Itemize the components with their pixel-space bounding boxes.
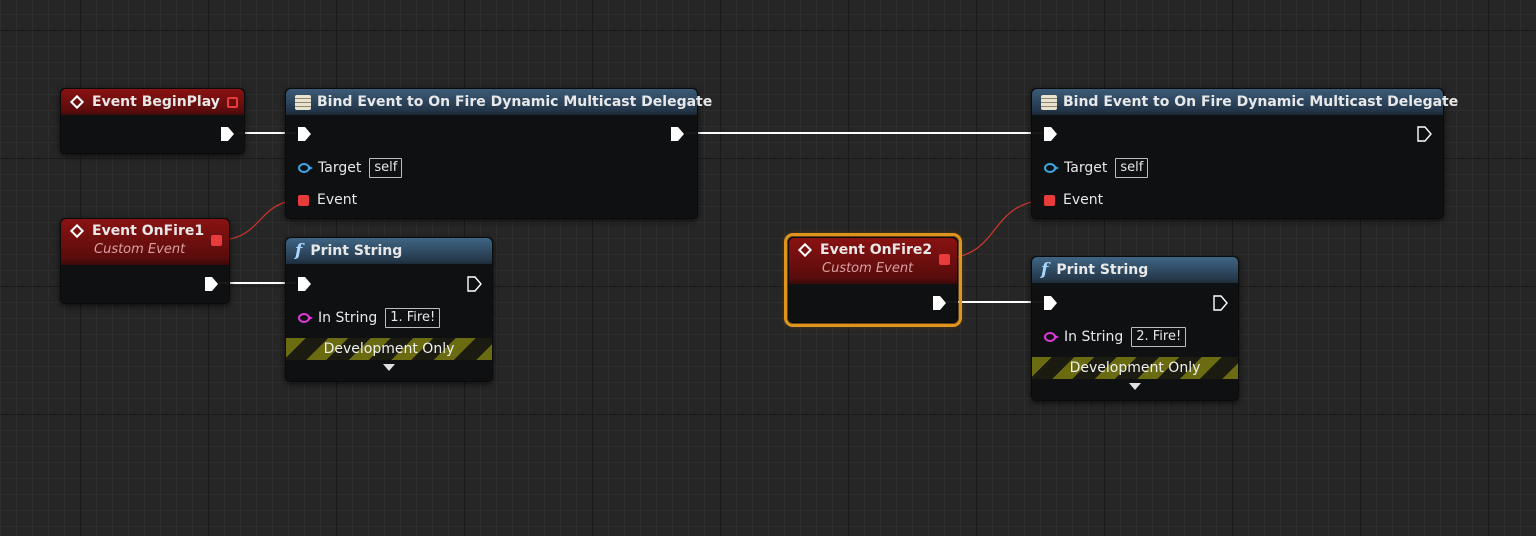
node-event-onfire1[interactable]: Event OnFire1 Custom Event — [60, 218, 230, 304]
event-delegate-pin[interactable] — [1044, 194, 1055, 206]
target-label: Target — [1064, 160, 1108, 176]
node-event-onfire2[interactable]: Event OnFire2 Custom Event — [784, 233, 962, 327]
delegate-wire-onfire2-bind2 — [950, 199, 1044, 259]
event-diamond-icon — [69, 223, 85, 239]
event-delegate-pin[interactable] — [298, 194, 309, 206]
target-value[interactable]: self — [369, 158, 403, 178]
node-bind-event-2[interactable]: Bind Event to On Fire Dynamic Multicast … — [1031, 88, 1458, 219]
exec-input-pin[interactable] — [1042, 295, 1058, 311]
target-label: Target — [318, 160, 362, 176]
node-print-string-1[interactable]: f Print String In String 1. Fire! Develop… — [285, 237, 493, 382]
string-input-pin[interactable] — [1044, 332, 1059, 342]
node-title: Print String — [1056, 262, 1149, 278]
target-value[interactable]: self — [1115, 158, 1149, 178]
exec-output-pin-unconnected[interactable] — [466, 276, 482, 292]
exec-output-pin-unconnected[interactable] — [1416, 126, 1432, 142]
development-only-band: Development Only — [286, 338, 492, 360]
bind-event-icon — [1041, 94, 1057, 110]
node-title: Event OnFire2 — [820, 242, 933, 258]
delegate-output-pin[interactable] — [211, 235, 222, 246]
node-title: Bind Event to On Fire Dynamic Multicast … — [317, 94, 713, 110]
node-event-beginplay[interactable]: Event BeginPlay — [60, 88, 245, 154]
development-only-band: Development Only — [1032, 357, 1238, 379]
node-header[interactable]: Event OnFire2 Custom Event — [789, 238, 957, 284]
bind-event-icon — [295, 94, 311, 110]
exec-input-pin[interactable] — [1042, 126, 1058, 142]
node-header[interactable]: Event OnFire1 Custom Event — [61, 219, 229, 265]
in-string-value[interactable]: 1. Fire! — [385, 308, 441, 328]
event-label: Event — [317, 192, 358, 208]
node-subtitle: Custom Event — [822, 261, 914, 276]
node-title: Print String — [310, 243, 403, 259]
node-header[interactable]: f Print String — [1032, 257, 1238, 283]
event-diamond-icon — [797, 242, 813, 258]
node-bind-event-1[interactable]: Bind Event to On Fire Dynamic Multicast … — [285, 88, 712, 219]
node-title: Event BeginPlay — [92, 94, 220, 110]
node-header[interactable]: Event BeginPlay — [61, 89, 244, 115]
function-icon: f — [1041, 260, 1049, 280]
target-row: Target self — [1044, 158, 1149, 178]
in-string-row: In String 1. Fire! — [298, 308, 441, 328]
in-string-label: In String — [318, 310, 378, 326]
node-header[interactable]: Bind Event to On Fire Dynamic Multicast … — [1032, 89, 1458, 115]
development-only-label: Development Only — [323, 341, 455, 357]
exec-output-pin[interactable] — [931, 295, 947, 311]
target-row: Target self — [298, 158, 403, 178]
exec-input-pin[interactable] — [296, 126, 312, 142]
exec-output-pin-unconnected[interactable] — [1212, 295, 1228, 311]
node-header[interactable]: f Print String — [286, 238, 492, 264]
in-string-label: In String — [1064, 329, 1124, 345]
event-label: Event — [1063, 192, 1104, 208]
delegate-output-pin[interactable] — [939, 254, 950, 265]
delegate-output-pin[interactable] — [227, 97, 238, 108]
expand-arrow-icon[interactable] — [1129, 383, 1141, 390]
in-string-row: In String 2. Fire! — [1044, 327, 1187, 347]
event-row: Event — [1044, 192, 1103, 208]
in-string-value[interactable]: 2. Fire! — [1131, 327, 1187, 347]
node-title: Bind Event to On Fire Dynamic Multicast … — [1063, 94, 1459, 110]
exec-input-pin[interactable] — [296, 276, 312, 292]
event-row: Event — [298, 192, 357, 208]
target-object-pin[interactable] — [1044, 163, 1059, 173]
string-input-pin[interactable] — [298, 313, 313, 323]
wire-layer — [218, 132, 1044, 303]
exec-output-pin[interactable] — [219, 126, 235, 142]
target-object-pin[interactable] — [298, 163, 313, 173]
node-subtitle: Custom Event — [94, 242, 186, 257]
node-print-string-2[interactable]: f Print String In String 2. Fire! Develop… — [1031, 256, 1239, 401]
exec-output-pin[interactable] — [203, 276, 219, 292]
function-icon: f — [295, 241, 303, 261]
expand-arrow-icon[interactable] — [383, 364, 395, 371]
development-only-label: Development Only — [1069, 360, 1201, 376]
exec-output-pin[interactable] — [669, 126, 685, 142]
event-diamond-icon — [69, 94, 85, 110]
node-header[interactable]: Bind Event to On Fire Dynamic Multicast … — [286, 89, 712, 115]
node-title: Event OnFire1 — [92, 223, 205, 239]
